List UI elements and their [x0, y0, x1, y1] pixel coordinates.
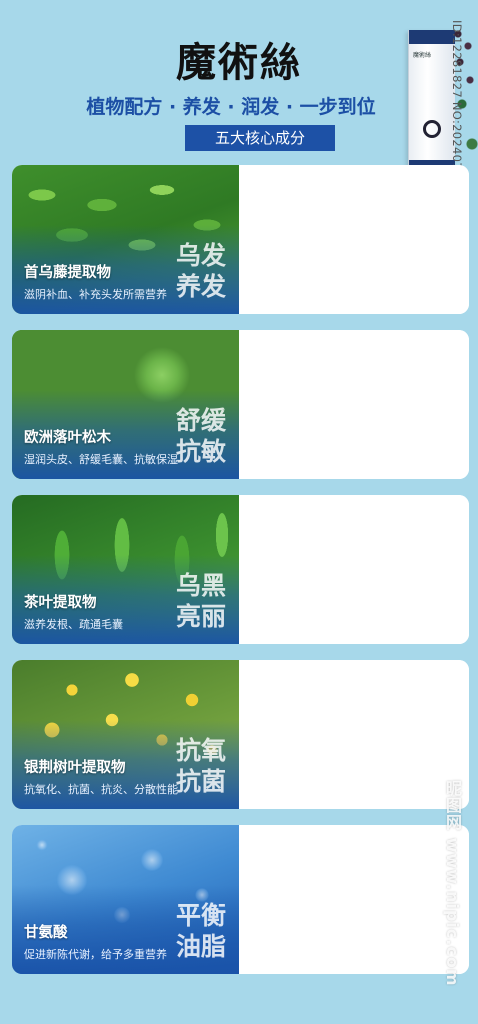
watermark-site: 昵图网 www.nipic.com — [443, 780, 462, 987]
ingredient-name: 银荆树叶提取物 — [24, 760, 126, 776]
ingredient-desc: 抗氧化、抗菌、抗炎、分散性能 — [24, 783, 178, 796]
page-title: 魔術絲 — [176, 39, 302, 86]
ingredient-card: 舒缓 抗敏 欧洲落叶松木 湿润头皮、舒缓毛囊、抗敏保湿 — [12, 330, 469, 479]
ingredient-photo: 乌黑 亮丽 茶叶提取物 滋养发根、疏通毛囊 — [12, 495, 239, 644]
ingredient-desc: 滋养发根、疏通毛囊 — [24, 618, 123, 631]
effect-line-1: 乌发 — [175, 241, 226, 270]
effect-line-2: 抗菌 — [175, 767, 226, 796]
ingredient-photo: 乌发 养发 首乌藤提取物 滋阴补血、补充头发所需营养 — [12, 165, 239, 314]
effect-line-1: 舒缓 — [175, 406, 226, 435]
ingredient-photo: 抗氧 抗菌 银荆树叶提取物 抗氧化、抗菌、抗炎、分散性能 — [12, 660, 239, 809]
subtitle: 植物配方 · 养发 · 润发 · 一步到位 — [86, 96, 376, 118]
ingredient-name: 茶叶提取物 — [24, 595, 97, 611]
effect-line-1: 抗氧 — [175, 736, 226, 765]
card-blank-area — [239, 330, 469, 479]
product-box-brand: 魔術絲 — [413, 52, 432, 59]
effect-line-1: 乌黑 — [175, 571, 226, 600]
ingredient-desc: 滋阴补血、补充头发所需营养 — [24, 288, 167, 301]
card-blank-area — [239, 660, 469, 809]
ingredient-card: 乌黑 亮丽 茶叶提取物 滋养发根、疏通毛囊 — [12, 495, 469, 644]
ingredient-photo: 平衡 油脂 甘氨酸 促进新陈代谢，给予多重营养 — [12, 825, 239, 974]
ingredient-name: 甘氨酸 — [24, 925, 68, 941]
card-blank-area — [239, 165, 469, 314]
effect-line-2: 养发 — [175, 272, 226, 301]
ingredient-effect: 舒缓 抗敏 — [169, 405, 233, 467]
ingredient-card: 乌发 养发 首乌藤提取物 滋阴补血、补充头发所需营养 — [12, 165, 469, 314]
ingredient-effect: 乌黑 亮丽 — [169, 570, 233, 632]
effect-line-1: 平衡 — [175, 901, 226, 930]
ingredient-name: 欧洲落叶松木 — [24, 430, 111, 446]
ingredient-effect: 平衡 油脂 — [169, 900, 233, 962]
effect-line-2: 抗敏 — [175, 437, 226, 466]
ingredient-photo: 舒缓 抗敏 欧洲落叶松木 湿润头皮、舒缓毛囊、抗敏保湿 — [12, 330, 239, 479]
ingredient-desc: 湿润头皮、舒缓毛囊、抗敏保湿 — [24, 453, 178, 466]
ingredient-desc: 促进新陈代谢，给予多重营养 — [24, 948, 167, 961]
product-logo-icon — [423, 120, 441, 138]
ingredient-effect: 乌发 养发 — [169, 240, 233, 302]
effect-line-2: 油脂 — [175, 932, 226, 961]
ingredient-card: 平衡 油脂 甘氨酸 促进新陈代谢，给予多重营养 — [12, 825, 469, 974]
ingredient-effect: 抗氧 抗菌 — [169, 735, 233, 797]
ingredient-card: 抗氧 抗菌 银荆树叶提取物 抗氧化、抗菌、抗炎、分散性能 — [12, 660, 469, 809]
card-blank-area — [239, 495, 469, 644]
ingredient-name: 首乌藤提取物 — [24, 265, 111, 281]
card-blank-area — [239, 825, 469, 974]
core-ingredients-badge: 五大核心成分 — [185, 125, 335, 151]
effect-line-2: 亮丽 — [175, 602, 226, 631]
